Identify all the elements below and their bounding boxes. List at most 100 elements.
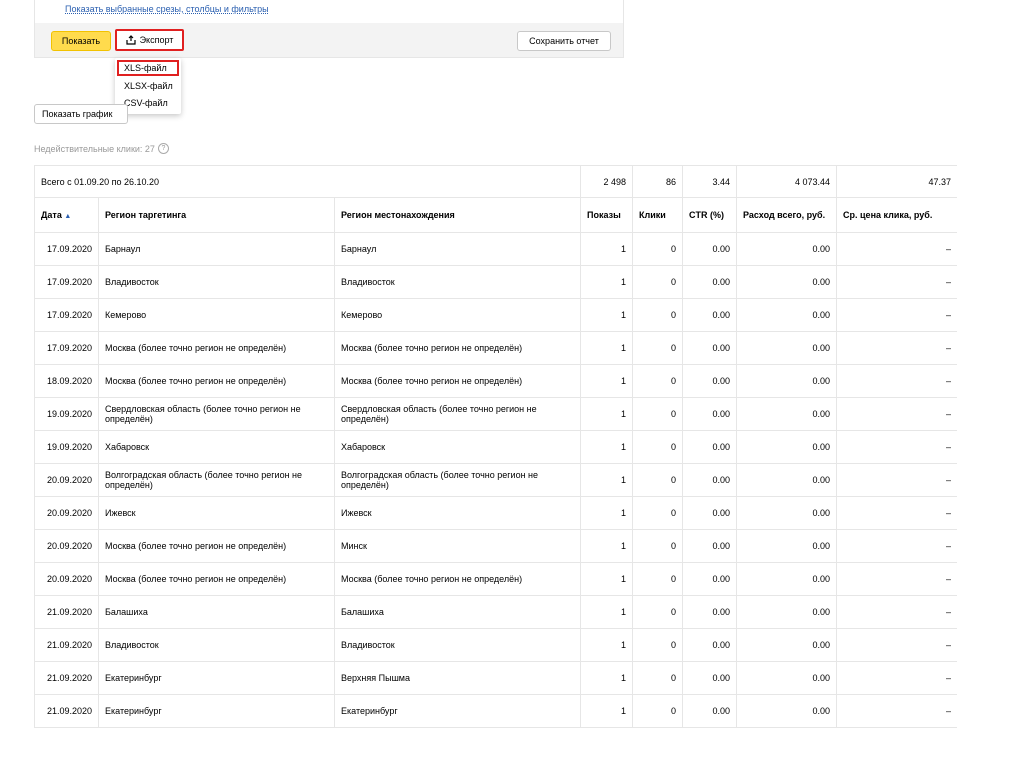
cell-clicks: 0 [632,496,684,530]
cell-clicks: 0 [632,661,684,695]
header-spend[interactable]: Расход всего, руб. [736,197,838,233]
help-icon[interactable]: ? [157,143,169,154]
table-row: 19.09.2020 Хабаровск Хабаровск 1 0 0.00 0.00– [34,430,957,464]
cell-clicks: 0 [632,595,684,629]
cell-date: 19.09.2020 [34,397,99,431]
cell-date: 21.09.2020 [34,595,99,629]
cell-ctr: 0.00 [682,529,738,563]
cell-impressions: 1 [580,529,634,563]
cell-impressions: 1 [580,430,634,464]
invalid-clicks-text: Недействительные клики: 27 [34,143,155,154]
total-spend: 4 073.44 [736,165,838,198]
cell-avg-cpc: – [836,265,957,299]
cell-target-region: Екатеринбург [98,661,335,695]
table-row: 21.09.2020 Екатеринбург Екатеринбург 1 0 0.00… [34,694,957,728]
table-header-row: Дата ▲ Регион таргетинга Регион местонах… [34,197,957,233]
cell-target-region: Екатеринбург [98,694,335,728]
save-report-button[interactable]: Сохранить отчет [517,31,611,51]
header-date[interactable]: Дата ▲ [34,197,99,233]
export-button-label: Экспорт [139,35,174,45]
cell-location-region: Кемерово [333,298,582,332]
export-button[interactable]: Экспорт [115,29,184,51]
table-row: 17.09.2020 Владивосток Владивосток 1 0 0.00 0.… [34,265,957,299]
cell-target-region: Кемерово [98,298,335,332]
cell-avg-cpc: – [836,562,957,596]
header-impressions[interactable]: Показы [580,197,634,233]
table-row: 17.09.2020 Барнаул Барнаул 1 0 0.00 0.00– [34,232,957,266]
header-target-region[interactable]: Регион таргетинга [98,197,335,233]
report-settings-panel: Показать выбранные срезы, столбцы и филь… [34,0,624,58]
cell-spend: 0.00 [736,430,838,464]
menu-item-xlsx[interactable]: XLSX-файл [117,78,179,94]
report-toolbar: Показать Экспорт Сохранить отчет [35,23,623,57]
header-ctr[interactable]: CTR (%) [682,197,738,233]
cell-spend: 0.00 [736,694,838,728]
show-button[interactable]: Показать [51,31,111,51]
cell-avg-cpc: – [836,430,957,464]
cell-date: 17.09.2020 [34,265,99,299]
cell-target-region: Москва (более точно регион не определён) [98,529,335,563]
cell-spend: 0.00 [736,298,838,332]
cell-date: 21.09.2020 [34,661,99,695]
sort-ascending-icon: ▲ [64,213,72,220]
cell-clicks: 0 [632,562,684,596]
table-row: 20.09.2020 Москва (более точно регион не … [34,529,957,563]
cell-avg-cpc: – [836,628,957,662]
total-avg-cpc: 47.37 [836,165,957,198]
cell-avg-cpc: – [836,694,957,728]
cell-spend: 0.00 [736,232,838,266]
cell-spend: 0.00 [736,562,838,596]
cell-target-region: Барнаул [98,232,335,266]
header-avg-cpc[interactable]: Ср. цена клика, руб. [836,197,957,233]
cell-avg-cpc: – [836,397,957,431]
cell-ctr: 0.00 [682,397,738,431]
stats-table: Всего с 01.09.20 по 26.10.20 2 498 86 3.… [34,165,957,728]
cell-avg-cpc: – [836,496,957,530]
table-row: 20.09.2020 Ижевск Ижевск 1 0 0.00 0.00– [34,496,957,530]
cell-spend: 0.00 [736,628,838,662]
cell-date: 20.09.2020 [34,529,99,563]
cell-impressions: 1 [580,562,634,596]
table-row: 20.09.2020 Москва (более точно регион не … [34,562,957,596]
cell-spend: 0.00 [736,661,838,695]
cell-ctr: 0.00 [682,595,738,629]
header-clicks[interactable]: Клики [632,197,684,233]
header-location-region[interactable]: Регион местонахождения [333,197,582,233]
cell-location-region: Барнаул [333,232,582,266]
cell-clicks: 0 [632,265,684,299]
cell-impressions: 1 [580,331,634,365]
cell-date: 17.09.2020 [34,232,99,266]
cell-avg-cpc: – [836,232,957,266]
cell-target-region: Москва (более точно регион не определён) [98,331,335,365]
cell-impressions: 1 [580,265,634,299]
table-row: 21.09.2020 Владивосток Владивосток 1 0 0.00 0.… [34,628,957,662]
cell-clicks: 0 [632,694,684,728]
cell-avg-cpc: – [836,595,957,629]
cell-target-region: Москва (более точно регион не определён) [98,562,335,596]
show-graph-button[interactable]: Показать график [34,104,128,124]
cell-spend: 0.00 [736,529,838,563]
total-ctr: 3.44 [682,165,738,198]
cell-spend: 0.00 [736,496,838,530]
cell-ctr: 0.00 [682,694,738,728]
cell-ctr: 0.00 [682,463,738,497]
cell-target-region: Балашиха [98,595,335,629]
total-label: Всего с 01.09.20 по 26.10.20 [34,165,582,198]
cell-spend: 0.00 [736,331,838,365]
cell-impressions: 1 [580,496,634,530]
cell-avg-cpc: – [836,364,957,398]
cell-ctr: 0.00 [682,265,738,299]
cell-target-region: Волгоградская область (более точно регио… [98,463,335,497]
total-clicks: 86 [632,165,684,198]
cell-ctr: 0.00 [682,430,738,464]
cell-clicks: 0 [632,529,684,563]
menu-item-xls[interactable]: XLS-файл [117,60,179,76]
show-selected-slices-link[interactable]: Показать выбранные срезы, столбцы и филь… [65,4,269,14]
cell-location-region: Ижевск [333,496,582,530]
cell-target-region: Москва (более точно регион не определён) [98,364,335,398]
cell-avg-cpc: – [836,331,957,365]
cell-clicks: 0 [632,430,684,464]
cell-avg-cpc: – [836,463,957,497]
cell-target-region: Ижевск [98,496,335,530]
stats-table-container: Всего с 01.09.20 по 26.10.20 2 498 86 3.… [34,165,957,765]
